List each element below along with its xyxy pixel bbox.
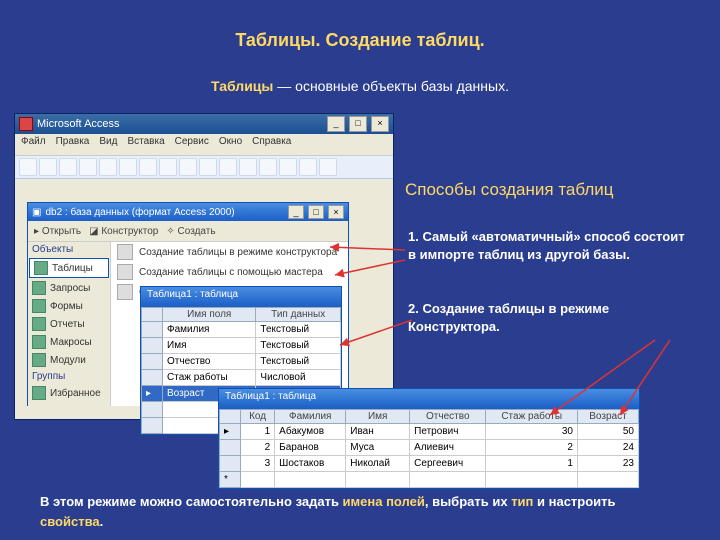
toolbar[interactable] — [15, 156, 393, 179]
create-designer[interactable]: Создание таблицы в режиме конструктора — [111, 242, 348, 262]
table-row: ФамилияТекстовый — [142, 322, 341, 338]
db-icon: ▣ — [32, 207, 41, 218]
close-icon[interactable]: × — [371, 116, 389, 132]
tool-icon[interactable] — [39, 158, 57, 176]
sidebar-group: Объекты — [28, 242, 110, 257]
tool-icon[interactable] — [99, 158, 117, 176]
tool-icon[interactable] — [19, 158, 37, 176]
db-title: db2 : база данных (формат Access 2000) — [45, 207, 234, 218]
forms-icon — [32, 299, 46, 313]
create-wizard[interactable]: Создание таблицы с помощью мастера — [111, 262, 348, 282]
datasheet-window: Таблица1 : таблица КодФамилияИмяОтчество… — [218, 388, 640, 489]
tool-icon[interactable] — [299, 158, 317, 176]
tool-icon[interactable] — [179, 158, 197, 176]
menu-item[interactable]: Окно — [219, 136, 242, 153]
design-title[interactable]: Таблица1 : таблица — [141, 287, 341, 307]
subtitle-highlight: Таблицы — [211, 78, 273, 94]
wizard-icon — [117, 264, 133, 280]
table-row: Стаж работыЧисловой — [142, 370, 341, 386]
table-row: 3ШостаковНиколайСергеевич123 — [220, 456, 639, 472]
tool-icon[interactable] — [319, 158, 337, 176]
reports-icon — [32, 317, 46, 331]
app-titlebar[interactable]: Microsoft Access _ □ × — [15, 114, 393, 134]
db-tool-design[interactable]: ◪ Конструктор — [89, 226, 158, 237]
tool-icon[interactable] — [119, 158, 137, 176]
db-tool-new[interactable]: ✧ Создать — [166, 226, 215, 237]
wizard-icon — [117, 244, 133, 260]
app-title: Microsoft Access — [37, 118, 120, 130]
db-sidebar: Объекты Таблицы Запросы Формы Отчеты Мак… — [28, 242, 111, 406]
slide-title: Таблицы. Создание таблиц. — [0, 30, 720, 51]
subtitle-rest: — основные объекты базы данных. — [273, 78, 509, 94]
sidebar-item-tables[interactable]: Таблицы — [29, 258, 109, 278]
modules-icon — [32, 353, 46, 367]
sidebar-item-forms[interactable]: Формы — [28, 297, 110, 315]
tool-icon[interactable] — [59, 158, 77, 176]
queries-icon — [32, 281, 46, 295]
table-row: ▸1АбакумовИванПетрович3050 — [220, 424, 639, 440]
sidebar-group: Группы — [28, 369, 110, 384]
slide-subtitle: Таблицы — основные объекты базы данных. — [0, 78, 720, 94]
method-2: 2. Создание таблицы в режиме Конструктор… — [408, 300, 690, 335]
method-1: 1. Самый «автоматичный» способ состоит в… — [408, 228, 690, 263]
tool-icon[interactable] — [139, 158, 157, 176]
maximize-icon[interactable]: □ — [349, 116, 367, 132]
db-tool-open[interactable]: ▸ Открыть — [34, 226, 81, 237]
minimize-icon[interactable]: _ — [288, 205, 304, 219]
tool-icon[interactable] — [279, 158, 297, 176]
sidebar-item-macros[interactable]: Макросы — [28, 333, 110, 351]
tool-icon[interactable] — [259, 158, 277, 176]
maximize-icon[interactable]: □ — [308, 205, 324, 219]
menu-item[interactable]: Правка — [56, 136, 90, 153]
menu-item[interactable]: Вид — [99, 136, 117, 153]
tool-icon[interactable] — [159, 158, 177, 176]
sidebar-item-reports[interactable]: Отчеты — [28, 315, 110, 333]
bottom-text: В этом режиме можно самостоятельно задат… — [40, 492, 680, 531]
menu-item[interactable]: Справка — [252, 136, 291, 153]
table-row: ОтчествоТекстовый — [142, 354, 341, 370]
sidebar-item-modules[interactable]: Модули — [28, 351, 110, 369]
table-row: 2БарановМусаАлиевич224 — [220, 440, 639, 456]
methods-heading: Способы создания таблиц — [405, 180, 614, 200]
datasheet-title[interactable]: Таблица1 : таблица — [219, 389, 639, 409]
table-row: ИмяТекстовый — [142, 338, 341, 354]
tool-icon[interactable] — [199, 158, 217, 176]
wizard-icon — [117, 284, 133, 300]
sidebar-item-queries[interactable]: Запросы — [28, 279, 110, 297]
tables-icon — [34, 261, 48, 275]
close-icon[interactable]: × — [328, 205, 344, 219]
tool-icon[interactable] — [79, 158, 97, 176]
tool-icon[interactable] — [219, 158, 237, 176]
datasheet-grid[interactable]: КодФамилияИмяОтчествоСтаж работыВозраст … — [219, 409, 639, 488]
fav-icon — [32, 386, 46, 400]
table-row: * — [220, 472, 639, 488]
menu-item[interactable]: Файл — [21, 136, 46, 153]
menubar[interactable]: Файл Правка Вид Вставка Сервис Окно Спра… — [15, 134, 393, 156]
minimize-icon[interactable]: _ — [327, 116, 345, 132]
access-icon — [19, 117, 33, 131]
macros-icon — [32, 335, 46, 349]
menu-item[interactable]: Сервис — [175, 136, 209, 153]
db-titlebar[interactable]: ▣ db2 : база данных (формат Access 2000)… — [28, 203, 348, 221]
tool-icon[interactable] — [239, 158, 257, 176]
menu-item[interactable]: Вставка — [127, 136, 164, 153]
db-toolbar[interactable]: ▸ Открыть ◪ Конструктор ✧ Создать — [28, 221, 348, 242]
sidebar-item-favorites[interactable]: Избранное — [28, 384, 110, 402]
